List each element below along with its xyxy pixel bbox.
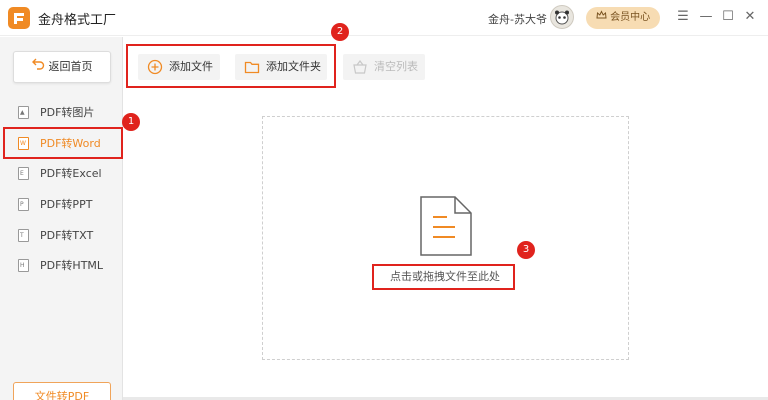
basket-icon (352, 59, 368, 85)
annotation-box-2 (126, 44, 336, 88)
sidebar-item-label: PDF转PPT (40, 198, 93, 211)
annotation-box-3 (372, 264, 515, 290)
vip-center-button[interactable]: 会员中心 (586, 7, 660, 29)
sidebar-item-pdf-to-txt[interactable]: T PDF转TXT (0, 221, 123, 251)
sidebar-item-label: PDF转Excel (40, 167, 102, 180)
sidebar-item-pdf-to-ppt[interactable]: P PDF转PPT (0, 190, 123, 220)
annotation-badge-2: 2 (331, 23, 349, 41)
sidebar-item-pdf-to-html[interactable]: H PDF转HTML (0, 251, 123, 281)
crown-icon (596, 7, 607, 29)
excel-file-icon: E (18, 167, 29, 180)
app-title: 金舟格式工厂 (38, 13, 117, 28)
html-file-icon: H (18, 259, 29, 272)
annotation-box-1 (3, 127, 123, 159)
sidebar-item-label: PDF转TXT (40, 229, 94, 242)
back-home-label: 返回首页 (48, 60, 93, 73)
document-icon (419, 195, 473, 261)
clear-list-label: 清空列表 (374, 60, 418, 73)
maximize-icon[interactable]: ☐ (719, 8, 737, 26)
sidebar-item-pdf-to-excel[interactable]: E PDF转Excel (0, 159, 123, 189)
username[interactable]: 金舟-苏大爷 (488, 11, 547, 27)
sidebar-item-label: PDF转HTML (40, 259, 104, 272)
avatar[interactable] (550, 5, 574, 29)
ppt-file-icon: P (18, 198, 29, 211)
sidebar-item-pdf-to-image[interactable]: ▲ PDF转图片 (0, 98, 123, 128)
annotation-badge-3: 3 (517, 241, 535, 259)
annotation-badge-1: 1 (122, 113, 140, 131)
clear-list-button[interactable]: 清空列表 (343, 54, 425, 80)
image-file-icon: ▲ (18, 106, 29, 119)
txt-file-icon: T (18, 229, 29, 242)
back-home-button[interactable]: 返回首页 (13, 51, 111, 83)
close-icon[interactable]: ✕ (741, 8, 759, 26)
app-window: 金舟格式工厂 金舟-苏大爷 会员中心 ☰ — ☐ ✕ 返回首页 ▲ PDF转图片… (0, 0, 768, 400)
title-bar: 金舟格式工厂 金舟-苏大爷 会员中心 ☰ — ☐ ✕ (0, 0, 768, 36)
sidebar-item-label: PDF转图片 (40, 106, 95, 119)
minimize-icon[interactable]: — (697, 8, 715, 26)
sidebar: 返回首页 ▲ PDF转图片 W PDF转Word E PDF转Excel P P… (0, 37, 123, 400)
vip-label: 会员中心 (610, 12, 651, 23)
app-logo-icon (8, 7, 30, 29)
menu-icon[interactable]: ☰ (674, 8, 692, 26)
back-arrow-icon (31, 52, 45, 82)
file-to-pdf-button[interactable]: 文件转PDF (13, 382, 111, 400)
